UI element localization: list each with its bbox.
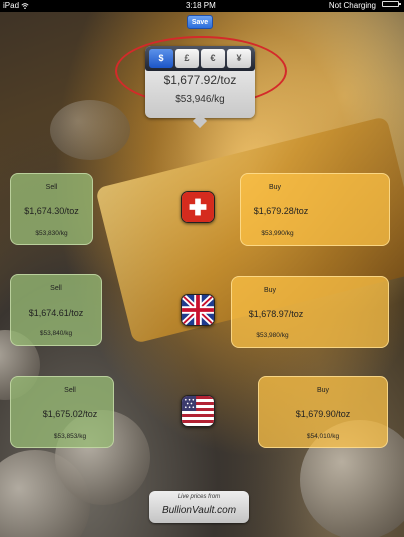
sell-label: Sell xyxy=(45,184,58,191)
buy-price-kg: $54,010/kg xyxy=(306,433,340,440)
popover-pointer xyxy=(192,113,208,129)
currency-option-gbp[interactable]: £ xyxy=(175,49,199,68)
clock: 3:18 PM xyxy=(186,1,216,10)
sell-card-us[interactable]: Sell $1,675.02/toz $53,853/kg xyxy=(10,376,114,448)
currency-popover: $ £ € ¥ $1,677.92/toz $53,946/kg xyxy=(145,46,255,129)
currency-option-usd[interactable]: $ xyxy=(149,49,173,68)
device-label: iPad xyxy=(3,1,20,10)
sell-price-kg: $53,840/kg xyxy=(39,330,73,337)
charging-status: Not Charging xyxy=(328,1,376,10)
spot-price-kg: $53,946/kg xyxy=(175,94,225,105)
sell-price-kg: $53,853/kg xyxy=(53,433,87,440)
battery-icon xyxy=(382,1,401,7)
sell-price-kg: $53,830/kg xyxy=(35,230,68,237)
bullionvault-link[interactable]: Live prices from BullionVault.com xyxy=(149,491,249,523)
coin-image xyxy=(50,100,130,160)
status-bar: iPad 3:18 PM Not Charging xyxy=(0,0,404,12)
buy-label: Buy xyxy=(316,387,330,394)
currency-option-eur[interactable]: € xyxy=(201,49,225,68)
buy-price-kg: $53,980/kg xyxy=(256,332,289,339)
sell-card-uk[interactable]: Sell $1,674.61/toz $53,840/kg xyxy=(10,274,102,346)
buy-label: Buy xyxy=(268,184,282,191)
buy-label: Buy xyxy=(263,287,277,294)
sell-price-toz: $1,674.61/toz xyxy=(28,308,84,318)
currency-option-jpy[interactable]: ¥ xyxy=(227,49,251,68)
currency-segmented-control: $ £ € ¥ xyxy=(145,46,255,71)
sell-card-switzerland[interactable]: Sell $1,674.30/toz $53,830/kg xyxy=(10,173,93,245)
sell-label: Sell xyxy=(64,387,76,394)
us-flag-icon[interactable] xyxy=(181,395,215,427)
buy-price-toz: $1,678.97/toz xyxy=(248,309,304,319)
buy-card-uk[interactable]: Buy $1,678.97/toz $53,980/kg xyxy=(231,276,389,348)
buy-card-us[interactable]: Buy $1,679.90/toz $54,010/kg xyxy=(258,376,388,448)
sell-price-toz: $1,674.30/toz xyxy=(24,206,79,216)
wifi-icon xyxy=(21,3,29,10)
brand-label: BullionVault.com xyxy=(161,505,237,516)
sell-label: Sell xyxy=(50,285,62,292)
buy-price-kg: $53,990/kg xyxy=(261,230,294,237)
buy-price-toz: $1,679.28/toz xyxy=(253,206,309,216)
sell-price-toz: $1,675.02/toz xyxy=(42,409,98,419)
live-prices-label: Live prices from xyxy=(177,494,221,500)
app-screen: iPad 3:18 PM Not Charging Save $ £ € ¥ $… xyxy=(0,0,404,537)
buy-price-toz: $1,679.90/toz xyxy=(295,409,351,419)
buy-card-switzerland[interactable]: Buy $1,679.28/toz $53,990/kg xyxy=(240,173,390,246)
save-button[interactable]: Save xyxy=(187,15,213,29)
spot-price-toz: $1,677.92/toz xyxy=(163,73,237,87)
